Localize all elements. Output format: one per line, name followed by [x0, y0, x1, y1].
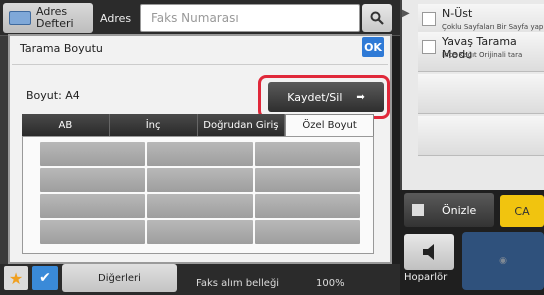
preview-label: Önizle [442, 203, 477, 217]
ok-button[interactable]: OK [362, 37, 384, 57]
custom-size-slot[interactable] [40, 168, 146, 192]
custom-size-slot[interactable] [147, 168, 253, 192]
option-title: N-Üst [442, 7, 473, 20]
arrow-right-icon: ➡ [356, 91, 365, 103]
address-book-icon [9, 11, 31, 25]
option-empty-2[interactable] [418, 116, 544, 156]
speaker-label: Hoparlör [404, 272, 448, 283]
option-slow-scan[interactable]: Yavaş Tarama Modu İnce Kağıt Orijinali t… [418, 32, 544, 72]
left-edge-strip [0, 36, 8, 266]
speaker-button[interactable] [404, 234, 454, 270]
fax-memory-label: Faks alım belleği [196, 278, 280, 289]
right-options-panel: N-Üst Çoklu Sayfaları Bir Sayfa yap Yava… [400, 0, 544, 190]
custom-size-slot[interactable] [147, 220, 253, 244]
option-subtitle: İnce Kağıt Orijinali tara [442, 51, 523, 59]
search-icon [370, 11, 384, 25]
custom-size-slot[interactable] [147, 194, 253, 218]
fax-number-input[interactable]: Faks Numarası [140, 4, 360, 32]
address-label: Adres [100, 12, 132, 25]
start-button[interactable]: ◉ [462, 232, 544, 290]
checkbox-slow-scan[interactable] [422, 40, 436, 54]
others-button[interactable]: Diğerleri [62, 264, 177, 292]
save-delete-button[interactable]: Kaydet/Sil ➡ [268, 82, 384, 112]
custom-size-slot[interactable] [40, 220, 146, 244]
check-button[interactable]: ✔ [32, 266, 58, 290]
tab-direct-entry[interactable]: Doğrudan Giriş [197, 114, 286, 136]
fax-memory-value: 100% [316, 278, 345, 289]
dialog-divider [12, 64, 388, 65]
custom-size-slot[interactable] [40, 142, 146, 166]
size-tabs: AB İnç Doğrudan Giriş Özel Boyut [22, 114, 374, 136]
custom-size-slot[interactable] [254, 142, 360, 166]
custom-size-slot[interactable] [254, 194, 360, 218]
tab-ab[interactable]: AB [22, 114, 110, 136]
tab-inch[interactable]: İnç [109, 114, 198, 136]
tab-custom-size[interactable]: Özel Boyut [285, 114, 374, 136]
address-book-label: Adres Defteri [36, 5, 74, 30]
option-empty-1[interactable] [418, 74, 544, 114]
ca-button[interactable]: CA [500, 195, 544, 227]
checkmark-icon: ✔ [39, 270, 51, 286]
option-subtitle: Çoklu Sayfaları Bir Sayfa yap [442, 23, 544, 31]
start-icon: ◉ [499, 256, 507, 266]
save-delete-label: Kaydet/Sil [287, 90, 343, 104]
custom-size-slot[interactable] [147, 142, 253, 166]
preview-icon [412, 204, 424, 216]
custom-size-slot[interactable] [254, 220, 360, 244]
custom-size-slot[interactable] [40, 194, 146, 218]
speaker-icon [423, 244, 434, 260]
size-label: Boyut: A4 [26, 89, 80, 102]
address-book-button[interactable]: Adres Defteri [3, 3, 93, 33]
star-icon: ★ [8, 268, 24, 288]
search-button[interactable] [362, 4, 392, 32]
checkbox-n-up[interactable] [422, 12, 436, 26]
custom-size-grid [40, 142, 360, 244]
custom-size-slot[interactable] [254, 168, 360, 192]
dialog-title: Tarama Boyutu [20, 42, 103, 55]
panel-expand-icon[interactable]: ▶ [402, 8, 414, 28]
preview-button[interactable]: Önizle [404, 193, 494, 227]
favorite-star-button[interactable]: ★ [4, 266, 28, 290]
